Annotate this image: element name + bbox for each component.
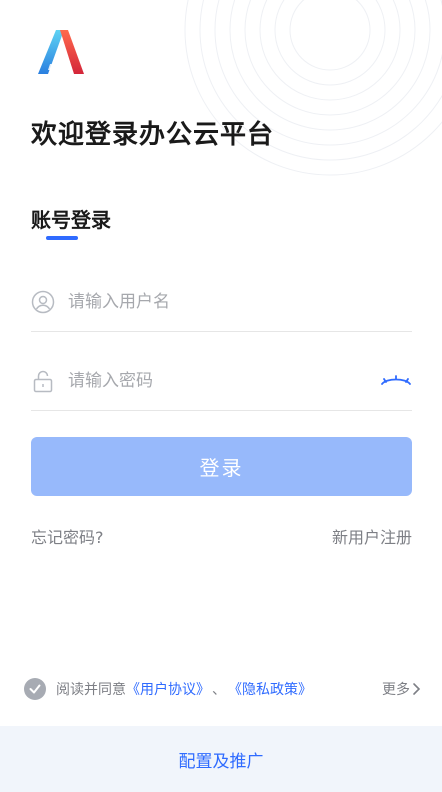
login-button[interactable]: 登录 — [31, 437, 412, 496]
agree-checkbox[interactable] — [24, 678, 46, 700]
chevron-right-icon — [413, 683, 421, 695]
password-input[interactable] — [68, 370, 380, 391]
agreement-prefix: 阅读并同意 — [56, 682, 126, 698]
username-input[interactable] — [68, 291, 412, 312]
agreement-row: 阅读并同意 《用户协议》 、 《隐私政策》 — [24, 677, 424, 701]
more-link[interactable]: 更多 — [382, 679, 422, 699]
user-agreement-link[interactable]: 《用户协议》 — [126, 679, 210, 699]
username-field[interactable] — [31, 272, 412, 332]
tab-account-login[interactable]: 账号登录 — [31, 204, 111, 233]
forgot-password-link[interactable]: 忘记密码? — [31, 524, 104, 548]
more-label: 更多 — [382, 682, 410, 698]
eye-closed-icon[interactable] — [380, 371, 412, 391]
register-link[interactable]: 新用户注册 — [332, 524, 412, 548]
welcome-title: 欢迎登录办公云平台 — [31, 120, 275, 150]
app-logo — [36, 28, 86, 78]
tab-active-indicator — [46, 236, 78, 240]
config-promo-link[interactable]: 配置及推广 — [179, 747, 264, 772]
user-icon — [31, 290, 55, 314]
footer-bar: 配置及推广 — [0, 726, 442, 792]
lock-icon — [31, 369, 55, 393]
agreement-separator: 、 — [212, 682, 226, 698]
password-field[interactable] — [31, 351, 412, 411]
check-icon — [29, 684, 41, 694]
privacy-policy-link[interactable]: 《隐私政策》 — [228, 679, 312, 699]
